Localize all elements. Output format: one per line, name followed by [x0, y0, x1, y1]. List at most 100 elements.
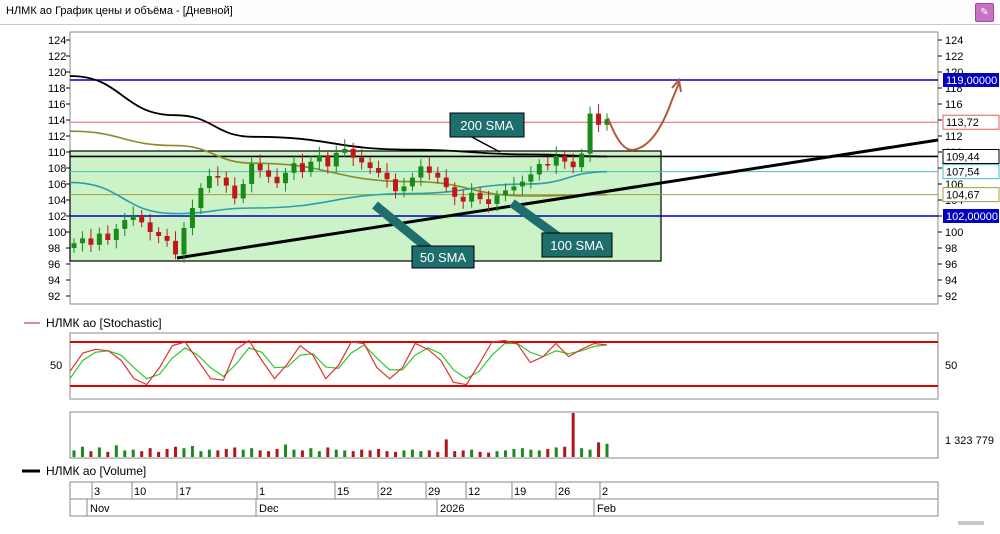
candle-body	[79, 238, 85, 244]
volume-bar	[80, 446, 84, 457]
volume-bar	[520, 448, 524, 457]
candle-body	[240, 184, 246, 199]
volume-bar	[284, 444, 288, 457]
candle-body	[587, 113, 593, 154]
price-tick-left: 122	[48, 51, 66, 63]
candle-body	[443, 177, 449, 188]
candle-body	[105, 233, 111, 240]
volume-bar	[343, 450, 347, 457]
candle-body	[88, 238, 94, 245]
volume-bar	[182, 448, 186, 457]
volume-bar	[148, 448, 152, 457]
volume-bar	[402, 450, 406, 457]
volume-bar	[512, 448, 516, 457]
volume-bar	[529, 449, 533, 457]
volume-bar	[393, 451, 397, 457]
candle-body	[299, 163, 305, 172]
volume-bar	[427, 450, 431, 457]
volume-bar	[140, 451, 144, 457]
volume-bar	[360, 449, 364, 457]
candle-body	[494, 195, 500, 204]
time-day-label: 22	[380, 486, 392, 498]
volume-bar	[326, 447, 330, 457]
candle-body	[486, 199, 492, 204]
volume-bar	[317, 451, 321, 457]
candle-body	[376, 168, 382, 173]
support-tag-label: 102,00000	[946, 211, 998, 223]
candle-body	[156, 232, 162, 236]
candle-body	[215, 176, 221, 178]
volume-bar	[267, 451, 271, 457]
price-tick-right: 116	[945, 99, 963, 111]
volume-bar	[487, 452, 491, 457]
callout-50-label: 50 SMA	[420, 250, 467, 265]
price-tick-left: 92	[48, 291, 60, 303]
candle-body	[502, 190, 508, 196]
volume-bar	[588, 449, 592, 457]
volume-bar	[250, 448, 254, 457]
volume-bar	[106, 451, 110, 457]
candle-body	[316, 155, 322, 162]
time-day-label: 19	[514, 486, 526, 498]
volume-last-value: 1 323 779	[945, 435, 994, 447]
candle-body	[562, 156, 568, 162]
volume-legend: НЛМК ао [Volume]	[46, 464, 146, 478]
volume-bar	[453, 451, 457, 457]
volume-bar	[571, 413, 575, 457]
candle-body	[283, 172, 289, 184]
candle-body	[477, 192, 483, 200]
time-month-label: 2026	[440, 503, 464, 515]
candle-body	[139, 216, 145, 223]
volume-bar	[419, 451, 423, 457]
candle-body	[96, 233, 102, 245]
candle-body	[367, 162, 373, 168]
volume-bar	[131, 449, 135, 457]
price-tick-right: 96	[945, 259, 957, 271]
volume-bar	[436, 451, 440, 457]
callout-200-label: 200 SMA	[460, 118, 514, 133]
candle-body	[147, 222, 153, 232]
volume-bar	[351, 451, 355, 457]
resistance-tag-label: 119,00000	[946, 75, 997, 87]
volume-bar	[123, 450, 127, 457]
candle-body	[291, 163, 297, 173]
candle-body	[308, 161, 314, 172]
volume-bar	[554, 447, 558, 457]
volume-bar	[114, 445, 118, 457]
volume-bar	[563, 446, 567, 457]
volume-bar	[72, 450, 76, 457]
volume-bar	[495, 451, 499, 457]
candle-body	[579, 153, 585, 168]
volume-bar	[275, 448, 279, 457]
time-month-label: Feb	[597, 503, 616, 515]
candle-body	[435, 172, 441, 178]
chart-canvas: 1241221201181161141121101081061041021009…	[22, 31, 1000, 525]
resize-grip[interactable]	[958, 521, 984, 525]
volume-bar	[503, 450, 507, 457]
candle-body	[519, 181, 525, 187]
time-month-label: Nov	[90, 503, 110, 515]
time-day-label: 10	[134, 486, 146, 498]
candle-body	[325, 155, 331, 167]
volume-bar	[233, 447, 237, 457]
time-day-label: 3	[94, 486, 100, 498]
candle-body	[401, 186, 407, 192]
time-day-label: 2	[602, 486, 608, 498]
callout-100-label: 100 SMA	[550, 238, 604, 253]
candle-body	[274, 176, 280, 184]
price-tick-left: 106	[48, 179, 66, 191]
price-tick-right: 94	[945, 275, 957, 287]
price-tick-left: 94	[48, 275, 60, 287]
volume-bar	[258, 450, 262, 457]
volume-bar	[597, 442, 601, 457]
stochastic-tick-right: 50	[945, 360, 957, 372]
volume-bar	[89, 451, 93, 457]
candle-body	[359, 157, 365, 163]
candle-body	[511, 186, 517, 191]
candle-body	[469, 192, 475, 202]
volume-bar	[461, 450, 465, 457]
last-price-tag-label: 113,72	[946, 117, 979, 129]
candle-body	[181, 228, 187, 255]
volume-bar	[157, 451, 161, 457]
candle-body	[223, 177, 229, 186]
